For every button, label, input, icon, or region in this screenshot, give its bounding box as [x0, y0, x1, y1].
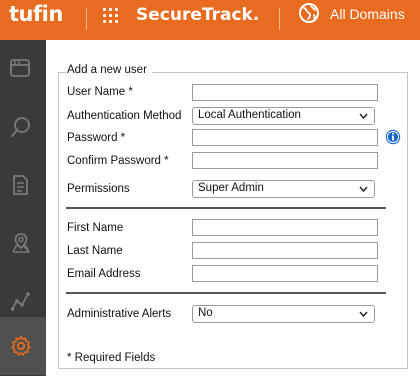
header-divider: [86, 8, 87, 30]
gear-icon: [11, 335, 31, 356]
last-name-label: Last Name: [67, 245, 123, 257]
sidebar: [0, 40, 46, 376]
admin-alerts-label: Administrative Alerts: [67, 308, 172, 320]
admin-alerts-select[interactable]: No: [192, 305, 375, 323]
permissions-label: Permissions: [67, 183, 130, 195]
sidebar-item-search[interactable]: [0, 98, 46, 156]
username-label: User Name *: [67, 86, 133, 98]
tufin-logo[interactable]: tufin: [9, 2, 63, 26]
chevron-down-icon: [359, 311, 368, 318]
username-field[interactable]: [192, 84, 378, 101]
sidebar-item-settings[interactable]: [0, 317, 46, 375]
info-icon[interactable]: [385, 129, 401, 145]
document-icon: [13, 175, 28, 195]
first-name-label: First Name: [67, 222, 124, 234]
email-label: Email Address: [67, 268, 141, 280]
product-name[interactable]: SecureTrack.: [136, 5, 259, 25]
last-name-field[interactable]: [192, 242, 378, 259]
auth-method-value: Local Authentication: [198, 109, 301, 121]
sidebar-item-map[interactable]: [0, 214, 46, 272]
section-divider: [66, 292, 386, 294]
fieldset-legend: Add a new user: [66, 64, 148, 76]
browser-window-icon: [10, 59, 30, 77]
fieldset-border: [58, 72, 66, 73]
map-pin-icon: [12, 233, 30, 253]
search-icon: [11, 117, 30, 137]
confirm-password-label: Confirm Password *: [67, 155, 169, 167]
required-fields-note: * Required Fields: [67, 352, 156, 364]
section-divider: [66, 207, 386, 209]
password-label: Password *: [67, 132, 126, 144]
header-divider: [279, 8, 280, 30]
auth-method-select[interactable]: Local Authentication: [192, 107, 375, 125]
fieldset-border: [152, 72, 407, 73]
path-route-icon: [10, 292, 30, 311]
sidebar-item-documents[interactable]: [0, 156, 46, 214]
first-name-field[interactable]: [192, 219, 378, 236]
permissions-select[interactable]: Super Admin: [192, 180, 375, 198]
password-field[interactable]: [192, 129, 378, 146]
domain-selector[interactable]: All Domains: [330, 6, 405, 22]
email-field[interactable]: [192, 265, 378, 282]
chevron-down-icon: [359, 186, 368, 193]
globe-icon[interactable]: [298, 2, 320, 24]
app-grid-icon[interactable]: [103, 8, 121, 26]
top-bar: tufin SecureTrack. All Domains: [0, 0, 420, 40]
confirm-password-field[interactable]: [192, 152, 378, 169]
admin-alerts-value: No: [198, 307, 213, 319]
permissions-value: Super Admin: [198, 182, 264, 194]
auth-method-label: Authentication Method: [67, 110, 182, 122]
chevron-down-icon: [359, 113, 368, 120]
sidebar-item-browser[interactable]: [0, 40, 46, 98]
